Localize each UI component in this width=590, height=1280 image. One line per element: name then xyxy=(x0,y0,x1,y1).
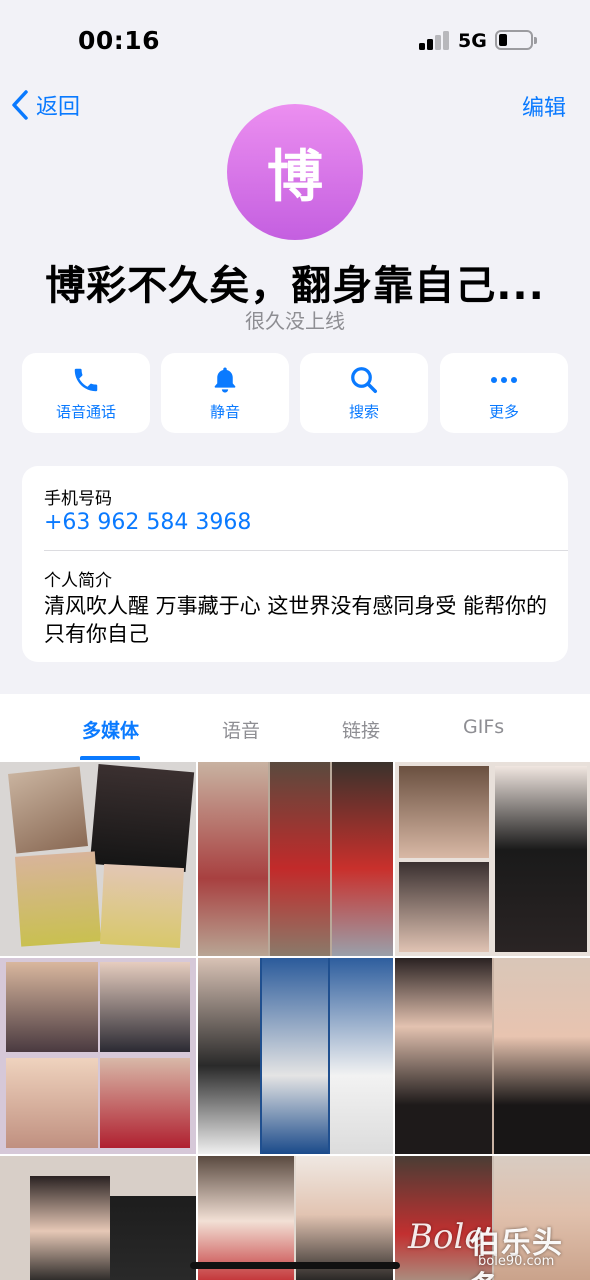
bio-label: 个人简介 xyxy=(44,571,112,591)
divider xyxy=(44,550,568,551)
tab-links[interactable]: 链接 xyxy=(342,716,380,743)
status-time: 00:16 xyxy=(78,26,161,55)
shared-media-section: 多媒体 语音 链接 GIFs xyxy=(0,694,590,1280)
contact-info-card: 手机号码 +63 962 584 3968 个人简介 清风吹人醒 万事藏于心 这… xyxy=(22,466,568,662)
mute-label: 静音 xyxy=(209,402,240,421)
search-button[interactable]: 搜索 xyxy=(300,353,428,433)
watermark-brand: 伯乐头条 xyxy=(470,1226,563,1280)
action-buttons: 语音通话 静音 搜索 更多 xyxy=(22,353,568,433)
more-button[interactable]: 更多 xyxy=(440,353,568,433)
search-icon xyxy=(351,366,377,393)
phone-icon xyxy=(74,368,98,391)
back-button[interactable]: 返回 xyxy=(10,88,80,122)
media-thumbnail[interactable] xyxy=(395,958,590,1154)
more-icon xyxy=(491,376,517,383)
battery-icon xyxy=(495,30,537,50)
phone-number[interactable]: +63 962 584 3968 xyxy=(44,510,251,535)
avatar-letter: 博 xyxy=(267,144,323,210)
media-grid xyxy=(0,762,590,1280)
network-type: 5G xyxy=(458,30,487,52)
home-indicator[interactable] xyxy=(190,1262,400,1269)
more-label: 更多 xyxy=(488,402,519,421)
edit-button[interactable]: 编辑 xyxy=(522,90,566,122)
search-label: 搜索 xyxy=(348,402,379,421)
profile-name: 博彩不久矣，翻身靠自己... xyxy=(45,263,545,309)
watermark-logo: Bole xyxy=(408,1217,485,1257)
back-label: 返回 xyxy=(36,95,81,120)
chevron-left-icon xyxy=(12,90,28,120)
voice-call-label: 语音通话 xyxy=(55,402,116,421)
voice-call-button[interactable]: 语音通话 xyxy=(22,353,150,433)
bio-text: 清风吹人醒 万事藏于心 这世界没有感同身受 能帮你的只有你自己 xyxy=(44,594,548,646)
media-thumbnail[interactable] xyxy=(198,762,393,956)
tab-gifs[interactable]: GIFs xyxy=(463,716,504,738)
signal-icon xyxy=(419,30,451,50)
media-thumbnail[interactable] xyxy=(395,762,590,956)
last-seen-status: 很久没上线 xyxy=(245,309,345,333)
bell-icon xyxy=(214,367,236,392)
tab-voice[interactable]: 语音 xyxy=(222,716,260,743)
media-thumbnail[interactable] xyxy=(0,1156,196,1280)
tab-indicator xyxy=(80,756,140,760)
media-thumbnail[interactable] xyxy=(0,762,196,956)
media-thumbnail[interactable] xyxy=(198,958,393,1154)
media-tabs: 多媒体 语音 链接 GIFs xyxy=(0,694,590,762)
watermark-url: bole90.com xyxy=(478,1254,555,1269)
mute-button[interactable]: 静音 xyxy=(161,353,289,433)
tab-media[interactable]: 多媒体 xyxy=(82,716,139,743)
phone-label: 手机号码 xyxy=(44,489,112,509)
status-bar: 00:16 5G xyxy=(0,0,590,80)
media-thumbnail[interactable] xyxy=(0,958,196,1154)
avatar[interactable]: 博 xyxy=(227,104,363,240)
